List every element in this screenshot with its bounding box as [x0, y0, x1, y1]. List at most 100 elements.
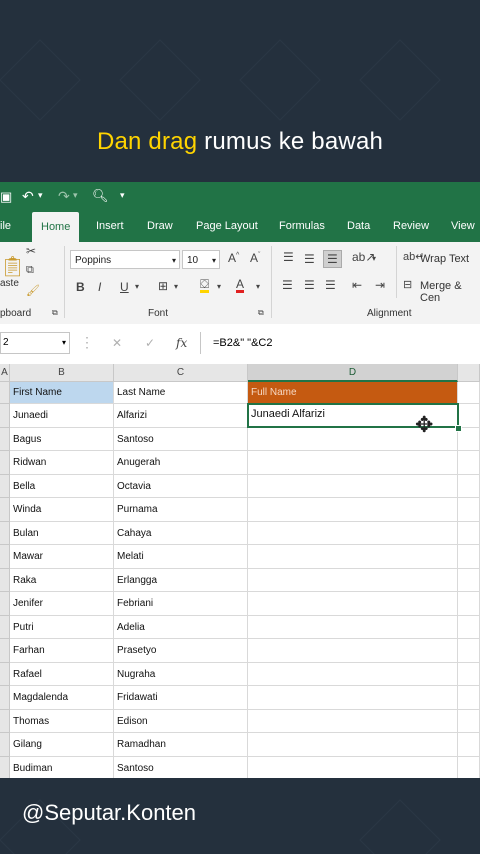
row-header[interactable] [0, 568, 10, 592]
cell-first-name[interactable]: Raka [10, 568, 114, 592]
insert-function-button[interactable]: fx [176, 336, 187, 350]
merge-center-icon[interactable]: ⊟ [403, 278, 412, 291]
copy-icon[interactable]: ⧉ [26, 264, 34, 277]
cell-first-name[interactable]: Budiman [10, 756, 114, 778]
cell-last-name[interactable]: Alfarizi [114, 404, 248, 428]
cell-full-name[interactable] [248, 662, 458, 686]
cell-full-name[interactable] [248, 733, 458, 757]
cell-last-name[interactable]: Fridawati [114, 686, 248, 710]
cell-first-name[interactable]: Magdalenda [10, 686, 114, 710]
cell-full-name[interactable] [248, 709, 458, 733]
row-header[interactable] [0, 474, 10, 498]
orientation-dropdown-icon[interactable]: ▾ [372, 254, 376, 263]
empty-cell[interactable] [458, 545, 480, 569]
formula-input[interactable]: =B2&" "&C2 [200, 332, 480, 354]
cell-first-name[interactable]: Bulan [10, 521, 114, 545]
print-preview-icon[interactable]: 🔍︎ [92, 188, 109, 204]
italic-button[interactable]: I [98, 280, 101, 294]
align-bottom-icon[interactable]: ☰ [323, 250, 342, 268]
row-header[interactable] [0, 382, 10, 404]
cell-first-name[interactable]: Bagus [10, 427, 114, 451]
cell-first-name[interactable]: Farhan [10, 639, 114, 663]
fill-color-dropdown-icon[interactable]: ▾ [217, 282, 221, 291]
column-header-b[interactable]: B [10, 364, 114, 382]
empty-cell[interactable] [458, 592, 480, 616]
borders-dropdown-icon[interactable]: ▾ [174, 282, 178, 291]
row-header[interactable] [0, 427, 10, 451]
empty-cell[interactable] [458, 382, 480, 404]
font-color-icon[interactable]: A [236, 278, 245, 293]
cell-last-name[interactable]: Nugraha [114, 662, 248, 686]
header-cell-first-name[interactable]: First Name [10, 382, 114, 404]
row-header[interactable] [0, 404, 10, 428]
align-center-icon[interactable]: ☰ [304, 278, 315, 292]
underline-dropdown-icon[interactable]: ▾ [135, 282, 139, 291]
align-right-icon[interactable]: ☰ [325, 278, 336, 292]
empty-cell[interactable] [458, 474, 480, 498]
cell-last-name[interactable]: Erlangga [114, 568, 248, 592]
row-header[interactable] [0, 662, 10, 686]
cell-last-name[interactable]: Febriani [114, 592, 248, 616]
column-header-a[interactable]: A [0, 364, 10, 382]
column-header-d[interactable]: D [248, 364, 458, 382]
tab-insert[interactable]: Insert [96, 220, 124, 232]
cell-first-name[interactable]: Rafael [10, 662, 114, 686]
row-header[interactable] [0, 686, 10, 710]
empty-cell[interactable] [458, 756, 480, 778]
row-header[interactable] [0, 733, 10, 757]
cell-full-name[interactable] [248, 545, 458, 569]
wrap-text-button[interactable]: Wrap Text [420, 253, 469, 265]
cell-full-name[interactable] [248, 756, 458, 778]
empty-cell[interactable] [458, 639, 480, 663]
cell-first-name[interactable]: Jenifer [10, 592, 114, 616]
font-color-dropdown-icon[interactable]: ▾ [256, 282, 260, 291]
font-size-dropdown[interactable]: 10 ▾ [182, 250, 220, 269]
tab-file[interactable]: ile [0, 220, 11, 232]
cell-full-name[interactable] [248, 498, 458, 522]
undo-dropdown-icon[interactable]: ▾ [38, 190, 43, 201]
tab-draw[interactable]: Draw [147, 220, 173, 232]
cell-last-name[interactable]: Prasetyo [114, 639, 248, 663]
cell-first-name[interactable]: Mawar [10, 545, 114, 569]
cell-last-name[interactable]: Purnama [114, 498, 248, 522]
cell-last-name[interactable]: Anugerah [114, 451, 248, 475]
save-icon[interactable]: ▣ [0, 189, 12, 205]
enter-icon[interactable]: ✓ [145, 336, 155, 350]
paste-icon[interactable]: 📋︎ [0, 254, 25, 279]
row-header[interactable] [0, 592, 10, 616]
cell-full-name[interactable] [248, 615, 458, 639]
cell-full-name[interactable] [248, 474, 458, 498]
more-options-icon[interactable]: ⋮ [80, 334, 94, 351]
clipboard-launcher-icon[interactable]: ⧉ [52, 308, 58, 318]
align-left-icon[interactable]: ☰ [282, 278, 293, 292]
underline-button[interactable]: U [120, 280, 129, 294]
name-box[interactable]: 2 ▾ [0, 332, 70, 354]
cell-first-name[interactable]: Bella [10, 474, 114, 498]
tab-review[interactable]: Review [393, 220, 429, 232]
cell-first-name[interactable]: Putri [10, 615, 114, 639]
tab-page-layout[interactable]: Page Layout [196, 220, 258, 232]
empty-cell[interactable] [458, 404, 480, 428]
tab-formulas[interactable]: Formulas [279, 220, 325, 232]
empty-cell[interactable] [458, 686, 480, 710]
decrease-font-icon[interactable]: Aˇ [250, 251, 260, 265]
undo-icon[interactable]: ↶ [22, 188, 34, 205]
cell-last-name[interactable]: Santoso [114, 756, 248, 778]
cell-first-name[interactable]: Winda [10, 498, 114, 522]
cell-last-name[interactable]: Octavia [114, 474, 248, 498]
bold-button[interactable]: B [76, 280, 85, 294]
cell-full-name[interactable] [248, 686, 458, 710]
header-cell-last-name[interactable]: Last Name [114, 382, 248, 404]
font-launcher-icon[interactable]: ⧉ [258, 308, 264, 318]
cut-icon[interactable]: ✂ [26, 244, 36, 258]
fill-color-icon[interactable]: ⛋ [200, 278, 210, 293]
decrease-indent-icon[interactable]: ⇤ [352, 278, 362, 292]
align-middle-icon[interactable]: ☰ [304, 252, 315, 266]
row-header[interactable] [0, 545, 10, 569]
cell-first-name[interactable]: Ridwan [10, 451, 114, 475]
row-header[interactable] [0, 709, 10, 733]
cell-last-name[interactable]: Cahaya [114, 521, 248, 545]
empty-cell[interactable] [458, 521, 480, 545]
customize-toolbar-icon[interactable]: ▾ [120, 190, 125, 201]
row-header[interactable] [0, 639, 10, 663]
